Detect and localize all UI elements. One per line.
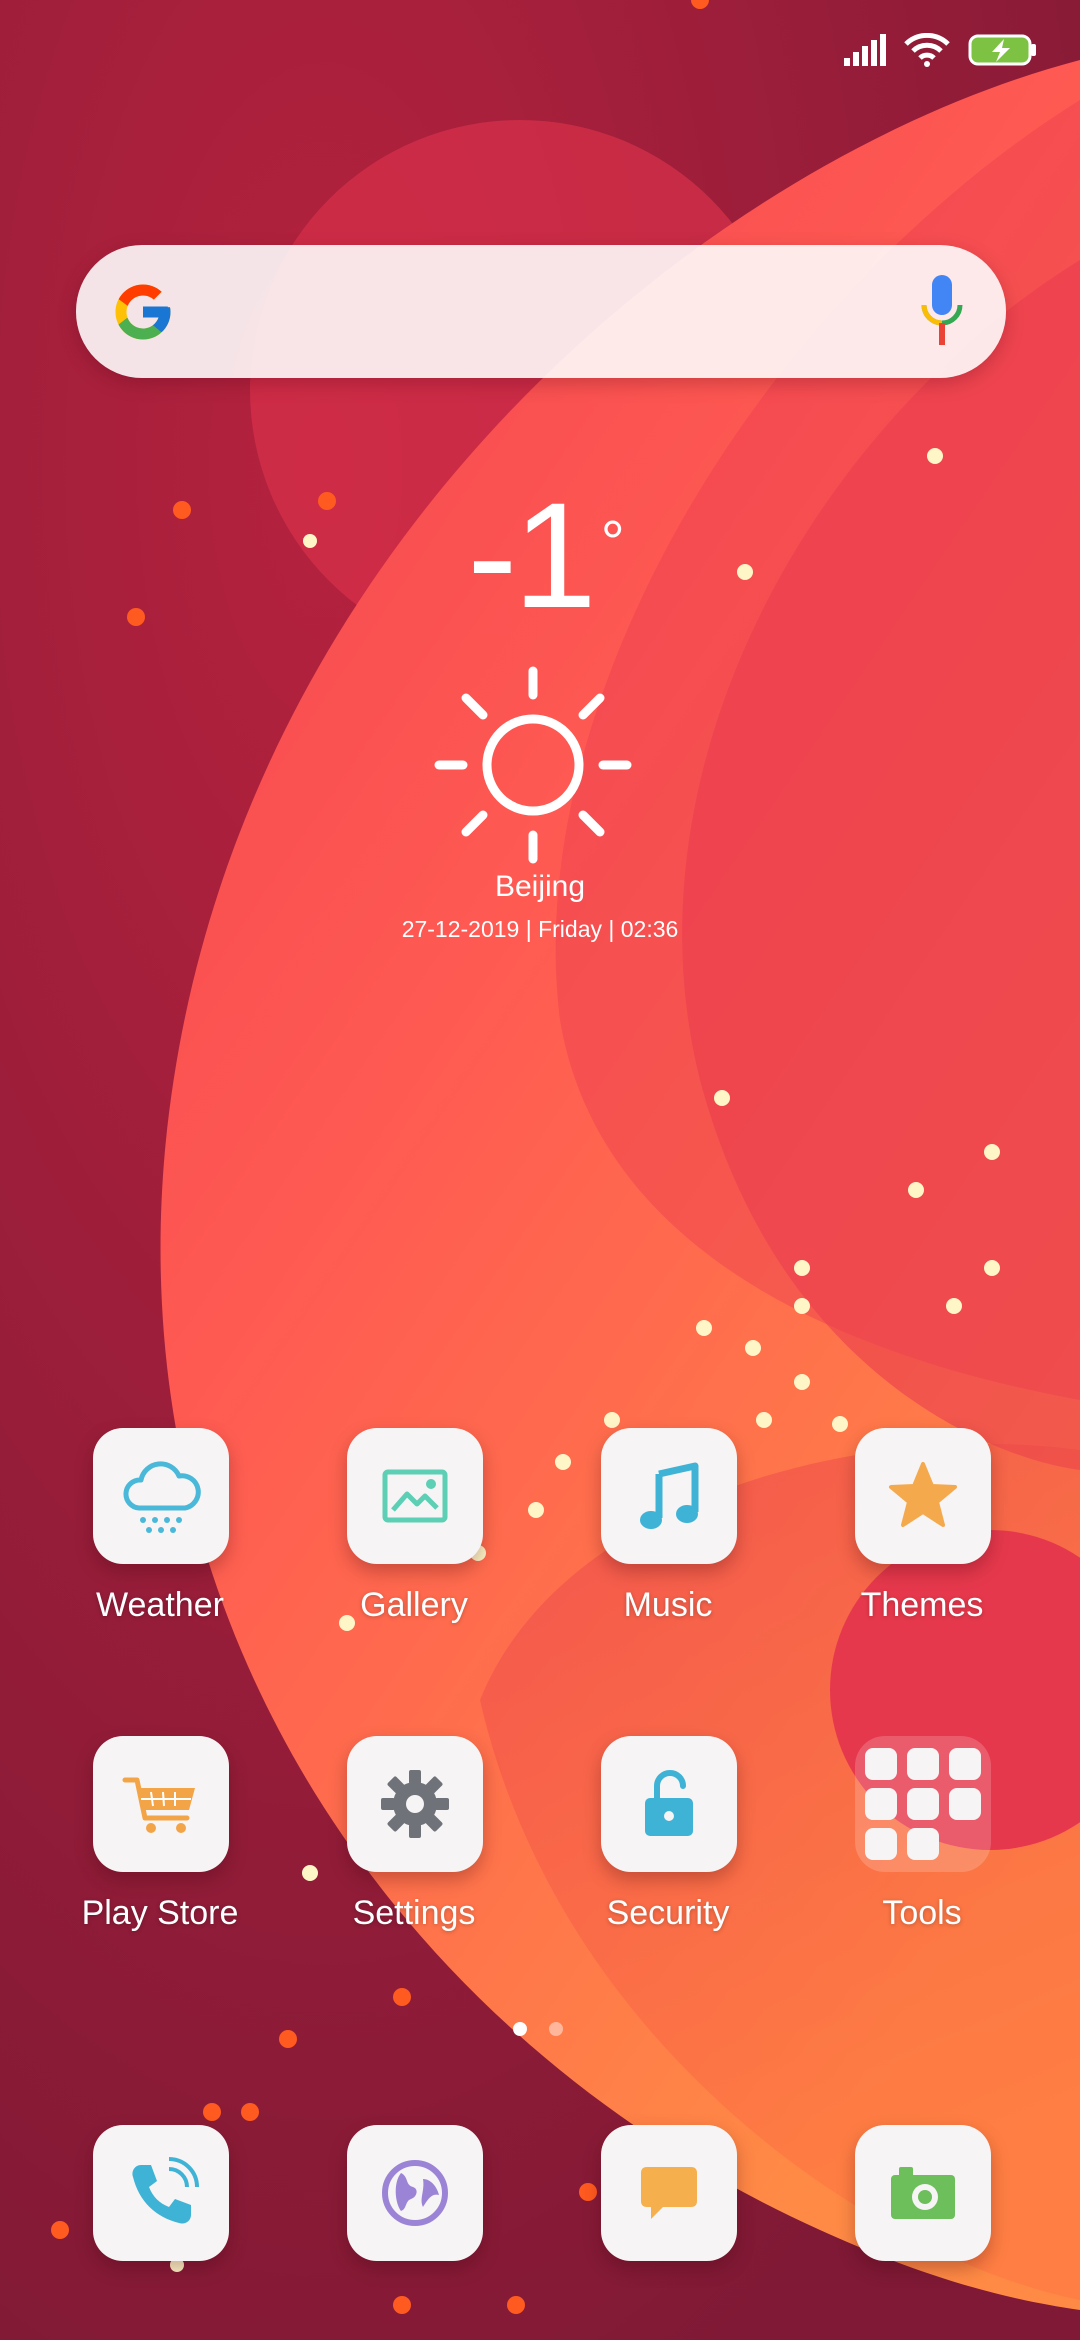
page-dot[interactable] — [549, 2022, 563, 2036]
dock-messages[interactable] — [541, 2125, 795, 2265]
battery-charging-icon — [968, 34, 1036, 66]
app-themes[interactable]: Themes — [795, 1428, 1049, 1688]
dock-phone[interactable] — [33, 2125, 287, 2265]
app-tools-folder[interactable]: Tools — [795, 1736, 1049, 1996]
microphone-icon[interactable] — [920, 275, 964, 347]
app-label: Weather — [96, 1586, 224, 1624]
page-dot-active[interactable] — [513, 2022, 527, 2036]
app-label: Settings — [352, 1894, 476, 1932]
phone-icon — [132, 2157, 199, 2224]
app-label: Security — [606, 1894, 730, 1932]
google-search-bar[interactable] — [76, 245, 1006, 378]
weather-cloud-icon — [123, 1461, 201, 1533]
dock-camera[interactable] — [795, 2125, 1049, 2265]
app-label: Play Store — [81, 1894, 239, 1932]
app-label: Music — [623, 1586, 713, 1624]
sun-icon — [434, 666, 632, 864]
weather-city: Beijing — [494, 870, 586, 903]
weather-datetime: 27-12-2019 | Friday | 02:36 — [401, 916, 679, 942]
app-music[interactable]: Music — [541, 1428, 795, 1688]
temperature: -1 ° — [467, 471, 624, 639]
gear-icon — [381, 1770, 449, 1838]
camera-icon — [891, 2167, 955, 2219]
app-settings[interactable]: Settings — [287, 1736, 541, 1996]
google-logo — [115, 284, 171, 340]
signal-icon — [844, 34, 886, 66]
messages-icon — [641, 2167, 697, 2219]
page-indicator — [513, 2022, 563, 2036]
lock-icon — [645, 1770, 693, 1836]
app-label: Tools — [882, 1894, 962, 1932]
status-bar — [844, 28, 1038, 72]
folder-icon — [855, 1736, 991, 1872]
app-play-store[interactable]: Play Store — [33, 1736, 287, 1996]
gallery-image-icon — [382, 1469, 448, 1523]
app-security[interactable]: Security — [541, 1736, 795, 1996]
weather-widget[interactable]: -1 ° Beijing 27-12-2019 | Friday | 02:36 — [300, 480, 780, 950]
app-label: Gallery — [360, 1586, 468, 1624]
dock-browser[interactable] — [287, 2125, 541, 2265]
app-gallery[interactable]: Gallery — [287, 1428, 541, 1688]
music-note-icon — [640, 1462, 699, 1529]
wifi-icon — [904, 33, 950, 67]
star-icon — [889, 1462, 957, 1527]
app-weather[interactable]: Weather — [33, 1428, 287, 1688]
app-label: Themes — [860, 1586, 984, 1624]
browser-globe-icon — [382, 2160, 448, 2226]
shopping-cart-icon — [122, 1777, 195, 1833]
